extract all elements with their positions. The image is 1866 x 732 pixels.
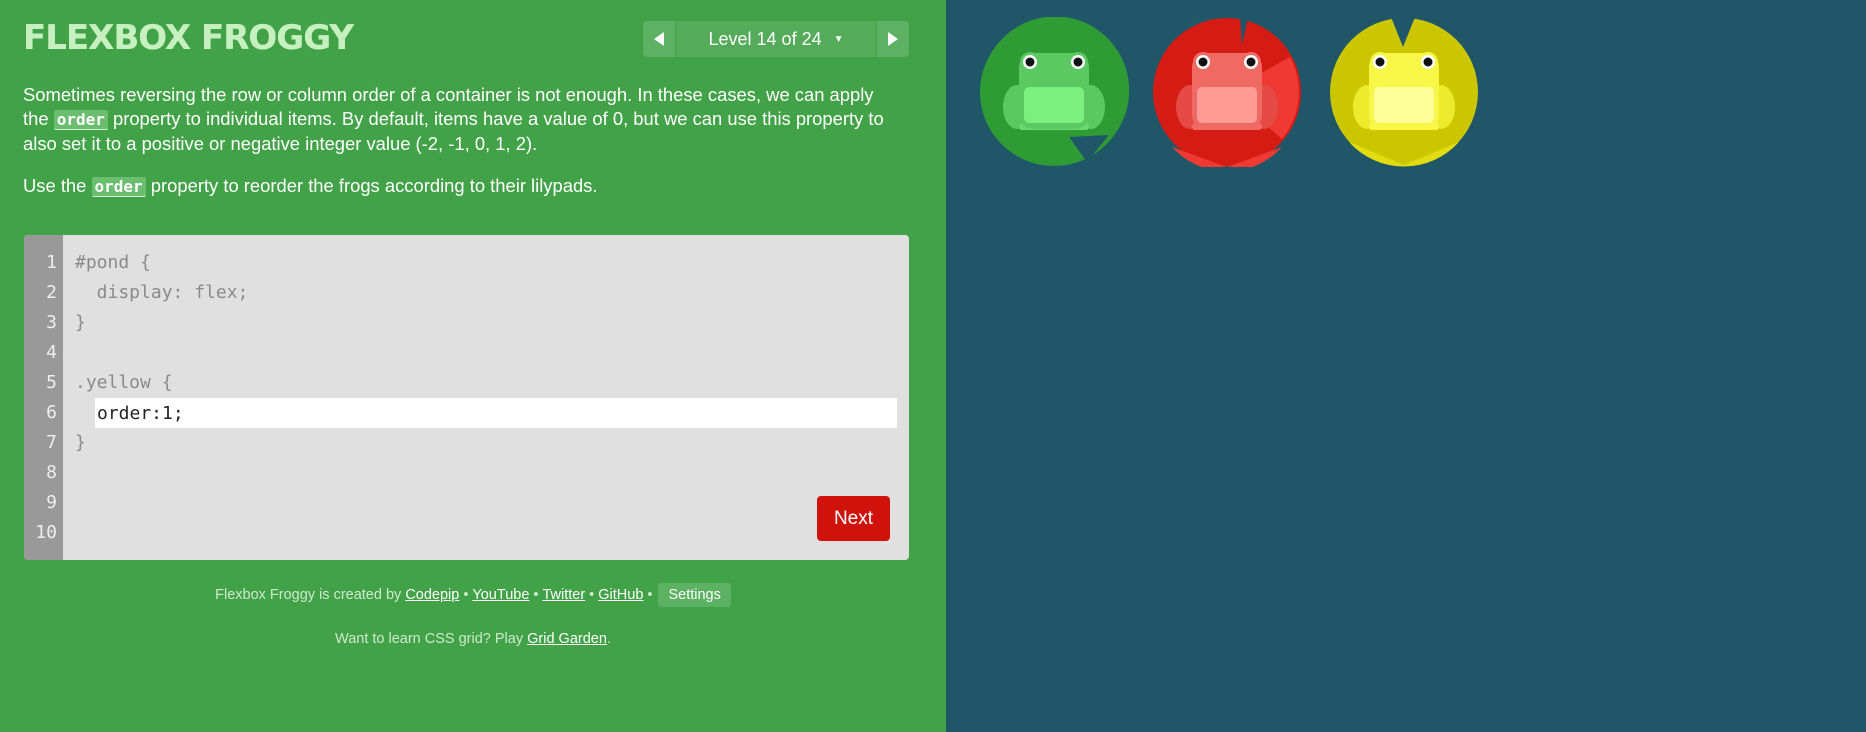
youtube-link[interactable]: YouTube (472, 587, 529, 603)
line-number: 5 (46, 372, 57, 393)
green-frog-icon (980, 16, 1130, 166)
code-lines: #pond { display: flex; } .yellow { } (75, 248, 897, 458)
code-keyword-order: order (53, 110, 108, 130)
code-line: display: flex; (75, 282, 249, 303)
codepip-link[interactable]: Codepip (405, 587, 459, 603)
pond (946, 0, 1866, 732)
code-keyword-order: order (91, 177, 146, 197)
separator: • (589, 587, 595, 603)
instructions: Sometimes reversing the row or column or… (23, 83, 903, 217)
separator: • (533, 587, 539, 603)
code-line: } (75, 312, 86, 333)
green-lilypad (979, 16, 1130, 167)
line-number: 9 (46, 492, 57, 513)
github-link[interactable]: GitHub (598, 587, 643, 603)
code-input-wrapper (95, 398, 897, 428)
red-lilypad (1152, 17, 1302, 172)
instructions-paragraph-1: Sometimes reversing the row or column or… (23, 83, 903, 156)
red-frog-icon (1153, 17, 1301, 172)
grid-garden-link[interactable]: Grid Garden (527, 631, 607, 647)
next-level-button[interactable] (877, 21, 909, 57)
separator: • (647, 587, 653, 603)
instructions-text: Use the (23, 175, 92, 196)
promo-end: . (606, 631, 611, 647)
separator: • (463, 587, 469, 603)
css-code-input[interactable] (95, 398, 897, 428)
credits: Flexbox Froggy is created by Codepip • You… (0, 583, 946, 607)
level-navigation: Level 14 of 24 ▼ (643, 21, 909, 57)
caret-down-icon: ▼ (833, 33, 844, 45)
code-line: } (75, 432, 86, 453)
settings-button[interactable]: Settings (658, 583, 731, 607)
yellow-lilypad (1329, 17, 1479, 167)
code-line: #pond { (75, 252, 151, 273)
yellow-frog-icon (1330, 17, 1478, 167)
instructions-text: property to individual items. By default… (23, 108, 884, 154)
triangle-right-icon (888, 32, 898, 46)
code-editor: 1 2 3 4 5 6 7 8 9 10 #pond { display: fl… (24, 235, 909, 560)
line-number: 7 (46, 432, 57, 453)
line-number: 3 (46, 312, 57, 333)
instructions-text: property to reorder the frogs according … (145, 175, 598, 196)
line-number-gutter: 1 2 3 4 5 6 7 8 9 10 (24, 235, 63, 560)
code-line: .yellow { (75, 372, 173, 393)
instructions-paragraph-2: Use the order property to reorder the fr… (23, 174, 903, 199)
app-logo: FLEXBOX FROGGY (23, 18, 354, 58)
line-number: 2 (46, 282, 57, 303)
triangle-left-icon (654, 32, 664, 46)
line-number: 6 (46, 402, 57, 423)
next-button[interactable]: Next (817, 496, 890, 541)
sidebar: FLEXBOX FROGGY Level 14 of 24 ▼ Sometime… (0, 0, 946, 732)
level-label: Level 14 of 24 (708, 28, 822, 49)
level-indicator[interactable]: Level 14 of 24 ▼ (675, 21, 877, 57)
line-number: 8 (46, 462, 57, 483)
previous-level-button[interactable] (643, 21, 675, 57)
credits-text: Flexbox Froggy is created by (215, 587, 406, 603)
line-number: 4 (46, 342, 57, 363)
line-number: 10 (35, 522, 57, 543)
twitter-link[interactable]: Twitter (542, 587, 585, 603)
line-number: 1 (46, 252, 57, 273)
grid-garden-promo: Want to learn CSS grid? Play Grid Garden… (0, 631, 946, 647)
promo-text: Want to learn CSS grid? Play (335, 631, 528, 647)
